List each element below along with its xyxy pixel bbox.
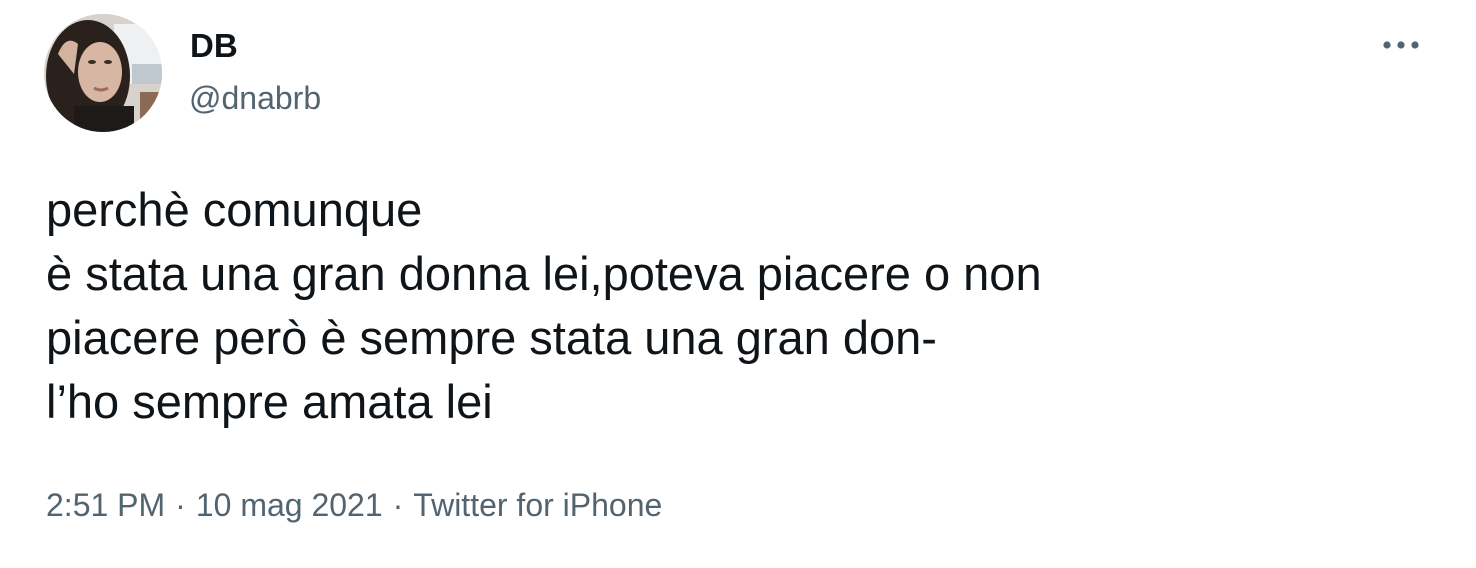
- tweet-date-link[interactable]: 10 mag 2021: [196, 487, 383, 523]
- meta-separator: ·: [392, 487, 404, 523]
- meta-separator: ·: [175, 487, 186, 523]
- tweet-card: DB @dnabrb perchè comunque è stata una g…: [0, 0, 1476, 568]
- author-display-name[interactable]: DB: [190, 26, 238, 66]
- tweet-text-line: l’ho sempre amata lei: [46, 375, 493, 428]
- more-options-button[interactable]: [1378, 30, 1424, 60]
- author-handle[interactable]: @dnabrb: [189, 78, 321, 118]
- avatar[interactable]: [44, 14, 162, 132]
- more-horizontal-icon: [1383, 41, 1419, 49]
- avatar-photo: [44, 14, 162, 132]
- tweet-text-line: perchè comunque: [46, 183, 423, 236]
- tweet-time-link[interactable]: 2:51 PM: [46, 487, 165, 523]
- tweet-text: perchè comunque è stata una gran donna l…: [46, 178, 1426, 434]
- tweet-metadata: 2:51 PM · 10 mag 2021 · Twitter for iPhone: [46, 484, 662, 526]
- tweet-text-line: è stata una gran donna lei,poteva piacer…: [46, 247, 1042, 300]
- tweet-text-line: piacere però è sempre stata una gran don…: [46, 311, 937, 364]
- tweet-source-link[interactable]: Twitter for iPhone: [413, 487, 662, 523]
